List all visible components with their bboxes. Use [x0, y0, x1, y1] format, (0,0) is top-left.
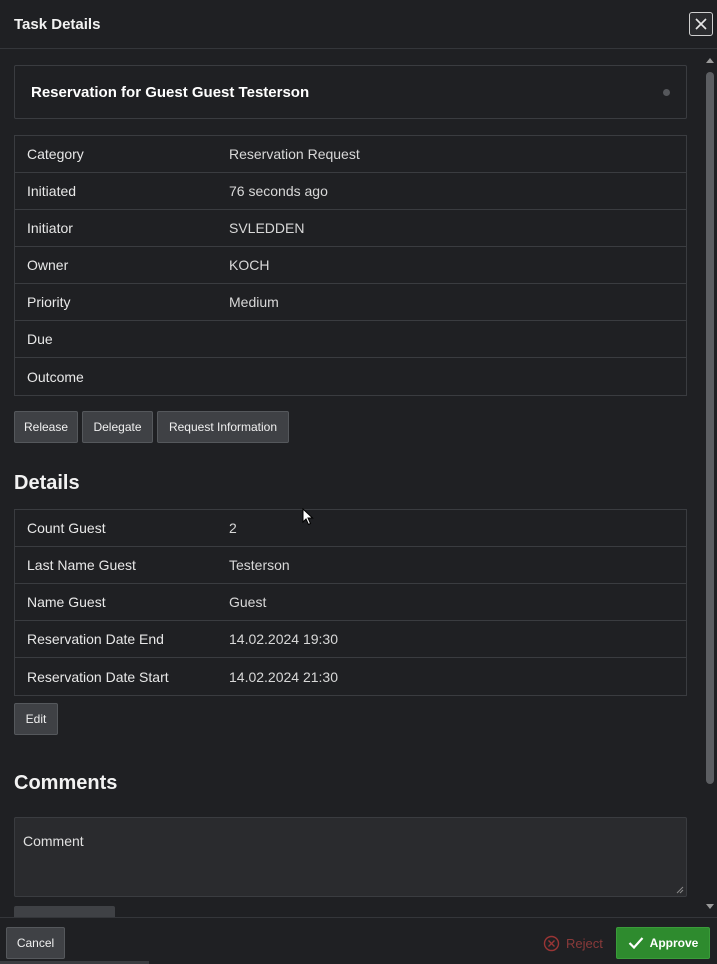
approve-label: Approve	[649, 936, 699, 950]
detail-label: Reservation Date End	[27, 631, 164, 647]
release-button[interactable]: Release	[14, 411, 78, 443]
details-section-title: Details	[14, 472, 80, 494]
scroll-down-arrow-icon[interactable]	[706, 904, 714, 909]
comments-section-title: Comments	[14, 772, 118, 794]
detail-label: Reservation Date Start	[27, 668, 169, 685]
property-value: SVLEDDEN	[229, 220, 305, 236]
cancel-button[interactable]: Cancel	[6, 927, 65, 959]
dialog-titlebar: Task Details	[0, 0, 717, 49]
reject-label: Reject	[566, 935, 603, 951]
add-comment-button[interactable]	[14, 906, 115, 917]
property-value: Medium	[229, 294, 279, 310]
property-label: Category	[27, 146, 84, 162]
detail-row-name-guest: Name Guest Guest	[15, 584, 686, 621]
property-row-category: Category Reservation Request	[15, 136, 686, 173]
property-value: KOCH	[229, 257, 270, 273]
edit-button[interactable]: Edit	[14, 703, 58, 735]
property-label: Outcome	[27, 368, 84, 385]
detail-row-reservation-date-end: Reservation Date End 14.02.2024 19:30	[15, 621, 686, 658]
detail-label: Count Guest	[27, 520, 106, 536]
property-value: Reservation Request	[229, 146, 360, 162]
scrollbar-thumb[interactable]	[706, 72, 714, 784]
approve-button[interactable]: Approve	[616, 927, 710, 959]
detail-value: 14.02.2024 21:30	[229, 668, 338, 685]
detail-value: 14.02.2024 19:30	[229, 631, 338, 647]
property-row-owner: Owner KOCH	[15, 247, 686, 284]
property-label: Initiator	[27, 220, 73, 236]
detail-row-count-guest: Count Guest 2	[15, 510, 686, 547]
property-label: Owner	[27, 257, 69, 273]
scroll-up-arrow-icon[interactable]	[706, 58, 714, 63]
detail-row-last-name-guest: Last Name Guest Testerson	[15, 547, 686, 584]
dialog-footer: Cancel Reject Approve	[0, 917, 717, 964]
property-row-due: Due	[15, 321, 686, 358]
reject-button[interactable]: Reject	[543, 932, 603, 954]
property-label: Due	[27, 331, 53, 347]
detail-value: 2	[229, 520, 237, 536]
dialog-title: Task Details	[14, 15, 101, 33]
dialog-body[interactable]: Reservation for Guest Guest Testerson Ca…	[0, 50, 703, 917]
details-table: Count Guest 2 Last Name Guest Testerson …	[14, 509, 687, 696]
checkmark-icon	[628, 937, 643, 950]
detail-label: Last Name Guest	[27, 557, 136, 573]
property-row-initiator: Initiator SVLEDDEN	[15, 210, 686, 247]
detail-value: Guest	[229, 594, 267, 610]
delegate-button[interactable]: Delegate	[82, 411, 153, 443]
property-label: Initiated	[27, 183, 77, 199]
property-row-outcome: Outcome	[15, 358, 686, 395]
detail-row-reservation-date-start: Reservation Date Start 14.02.2024 21:30	[15, 658, 686, 695]
close-button[interactable]	[689, 12, 713, 36]
detail-value: Testerson	[229, 557, 290, 573]
close-icon	[695, 18, 707, 30]
detail-label: Name Guest	[27, 594, 106, 610]
task-heading: Reservation for Guest Guest Testerson	[31, 83, 310, 101]
property-label: Priority	[27, 294, 71, 310]
resize-grip-icon[interactable]	[676, 886, 684, 894]
comment-placeholder: Comment	[23, 833, 84, 849]
property-row-initiated: Initiated 76 seconds ago	[15, 173, 686, 210]
task-header-card: Reservation for Guest Guest Testerson	[14, 65, 687, 119]
mouse-pointer-icon	[302, 508, 314, 526]
comment-textarea[interactable]: Comment	[14, 817, 687, 897]
request-information-button[interactable]: Request Information	[157, 411, 289, 443]
property-row-priority: Priority Medium	[15, 284, 686, 321]
reject-circle-x-icon	[543, 935, 560, 951]
property-value: 76 seconds ago	[229, 183, 328, 199]
task-properties-table: Category Reservation Request Initiated 7…	[14, 135, 687, 396]
status-dot-icon	[663, 89, 670, 96]
vertical-scrollbar[interactable]	[703, 50, 717, 917]
